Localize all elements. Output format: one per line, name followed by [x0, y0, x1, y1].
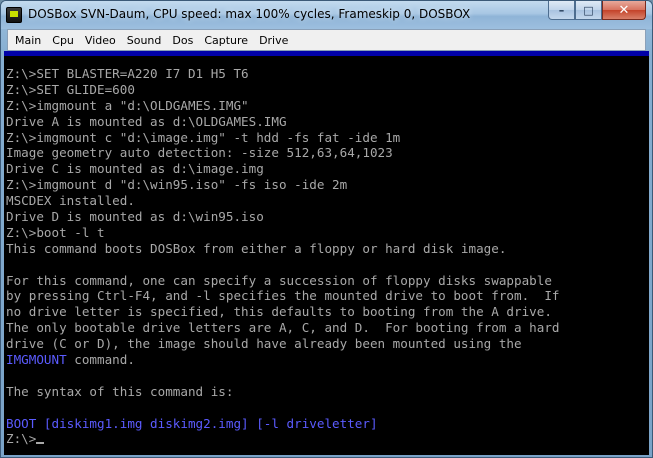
terminal-line: The only bootable drive letters are A, C…	[6, 320, 560, 336]
menu-item-drive[interactable]: Drive	[254, 32, 294, 49]
menu-item-cpu[interactable]: Cpu	[47, 32, 80, 49]
minimize-button[interactable]: –	[548, 1, 575, 20]
menu-item-sound[interactable]: Sound	[122, 32, 168, 49]
dos-screen-top-bar	[4, 51, 649, 56]
terminal-line: Z:\>imgmount c "d:\image.img" -t hdd -fs…	[6, 129, 401, 145]
terminal-line: The syntax of this command is:	[6, 383, 234, 399]
boot-syntax-line: BOOT [diskimg1.img diskimg2.img] [-l dri…	[6, 415, 378, 431]
terminal-line: Z:\>imgmount a "d:\OLDGAMES.IMG"	[6, 97, 249, 113]
terminal-line: drive (C or D), the image should have al…	[6, 336, 522, 352]
imgmount-suffix: command.	[66, 352, 135, 368]
imgmount-keyword: IMGMOUNT	[6, 352, 67, 368]
menu-item-capture[interactable]: Capture	[199, 32, 254, 49]
terminal-line: Z:\>SET BLASTER=A220 I7 D1 H5 T6	[6, 66, 249, 81]
terminal-line: For this command, one can specify a succ…	[6, 272, 552, 288]
maximize-button[interactable]: □	[575, 1, 602, 20]
title-bar[interactable]: DOSBox SVN-Daum, CPU speed: max 100% cyc…	[1, 1, 652, 29]
dosbox-window: DOSBox SVN-Daum, CPU speed: max 100% cyc…	[0, 0, 653, 458]
dos-terminal[interactable]: Z:\>SET BLASTER=A220 I7 D1 H5 T6 Z:\>SET…	[4, 51, 649, 455]
terminal-line: This command boots DOSBox from either a …	[6, 240, 507, 256]
maximize-icon: □	[583, 3, 594, 17]
terminal-line: by pressing Ctrl-F4, and -l specifies th…	[6, 288, 560, 304]
terminal-line: Z:\>SET GLIDE=600	[6, 81, 135, 97]
prompt-text: Z:\>	[6, 431, 37, 447]
close-button[interactable]: ✕	[602, 1, 646, 20]
dosbox-app-icon[interactable]	[6, 7, 22, 23]
menu-item-dos[interactable]: Dos	[167, 32, 199, 49]
terminal-line: Drive A is mounted as d:\OLDGAMES.IMG	[6, 113, 287, 129]
terminal-line: Drive D is mounted as d:\win95.iso	[6, 209, 264, 225]
menu-item-video[interactable]: Video	[80, 32, 122, 49]
terminal-line: MSCDEX installed.	[6, 193, 135, 209]
terminal-line-imgmount: IMGMOUNT command.	[6, 352, 560, 368]
text-cursor	[36, 442, 45, 445]
menu-item-main[interactable]: Main	[10, 32, 47, 49]
prompt-line: Z:\>	[6, 431, 560, 447]
minimize-icon: –	[558, 3, 565, 17]
terminal-line: Drive C is mounted as d:\image.img	[6, 161, 264, 177]
window-title: DOSBox SVN-Daum, CPU speed: max 100% cyc…	[28, 7, 471, 21]
menu-bar: Main Cpu Video Sound Dos Capture Drive	[7, 29, 646, 51]
close-icon: ✕	[618, 2, 630, 18]
terminal-line: Image geometry auto detection: -size 512…	[6, 145, 393, 161]
terminal-line: Z:\>imgmount d "d:\win95.iso" -fs iso -i…	[6, 177, 348, 193]
terminal-line: Z:\>boot -l t	[6, 224, 105, 240]
terminal-line: no drive letter is specified, this defau…	[6, 304, 552, 320]
caption-buttons: – □ ✕	[548, 1, 646, 21]
terminal-output: Z:\>SET BLASTER=A220 I7 D1 H5 T6 Z:\>SET…	[6, 66, 560, 447]
